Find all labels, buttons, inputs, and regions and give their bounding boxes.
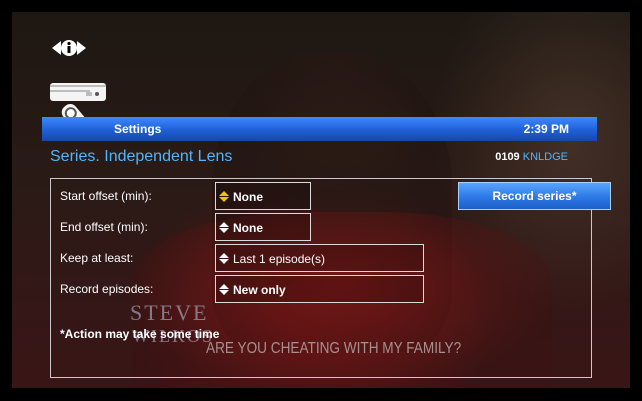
- info-icon: [52, 38, 86, 58]
- record-episodes-value: New only: [233, 283, 286, 297]
- record-episodes-selector[interactable]: New only: [215, 275, 424, 303]
- start-offset-label: Start offset (min):: [60, 189, 152, 203]
- settings-header-bar: Settings 2:39 PM: [42, 117, 597, 141]
- setting-row-start-offset: Start offset (min): None: [51, 181, 451, 211]
- channel-info: 0109 KNLDGE: [495, 151, 568, 163]
- tv-screen: STEVE WILKOS ARE YOU CHEATING WITH MY FA…: [12, 12, 630, 388]
- up-down-arrow-icon: [219, 222, 230, 233]
- keep-at-least-value: Last 1 episode(s): [233, 252, 326, 266]
- end-offset-value: None: [233, 221, 263, 235]
- settings-panel: Start offset (min): None End offset (min…: [50, 178, 611, 378]
- up-down-arrow-icon: [219, 191, 230, 202]
- up-down-arrow-icon: [219, 284, 230, 295]
- record-series-button[interactable]: Record series*: [458, 182, 611, 210]
- channel-name: KNLDGE: [522, 151, 568, 163]
- series-info: Series. Independent Lens 0109 KNLDGE: [50, 148, 598, 170]
- settings-overlay: Settings 2:39 PM Series. Independent Len…: [12, 12, 630, 388]
- start-offset-selector[interactable]: None: [215, 182, 311, 210]
- end-offset-selector[interactable]: None: [215, 213, 311, 241]
- up-down-arrow-icon: [219, 253, 230, 264]
- record-episodes-label: Record episodes:: [60, 282, 154, 296]
- series-title: Series. Independent Lens: [50, 148, 233, 165]
- setting-row-end-offset: End offset (min): None: [51, 212, 451, 242]
- start-offset-value: None: [233, 190, 263, 204]
- keep-at-least-selector[interactable]: Last 1 episode(s): [215, 244, 424, 272]
- action-note: *Action may take some time: [60, 327, 220, 341]
- setting-row-keep-at-least: Keep at least: Last 1 episode(s): [51, 243, 451, 273]
- end-offset-label: End offset (min):: [60, 220, 148, 234]
- keep-at-least-label: Keep at least:: [60, 251, 134, 265]
- channel-number: 0109: [495, 151, 520, 163]
- clock: 2:39 PM: [523, 122, 569, 136]
- setting-row-record-episodes: Record episodes: New only: [51, 274, 451, 304]
- header-title: Settings: [114, 122, 162, 136]
